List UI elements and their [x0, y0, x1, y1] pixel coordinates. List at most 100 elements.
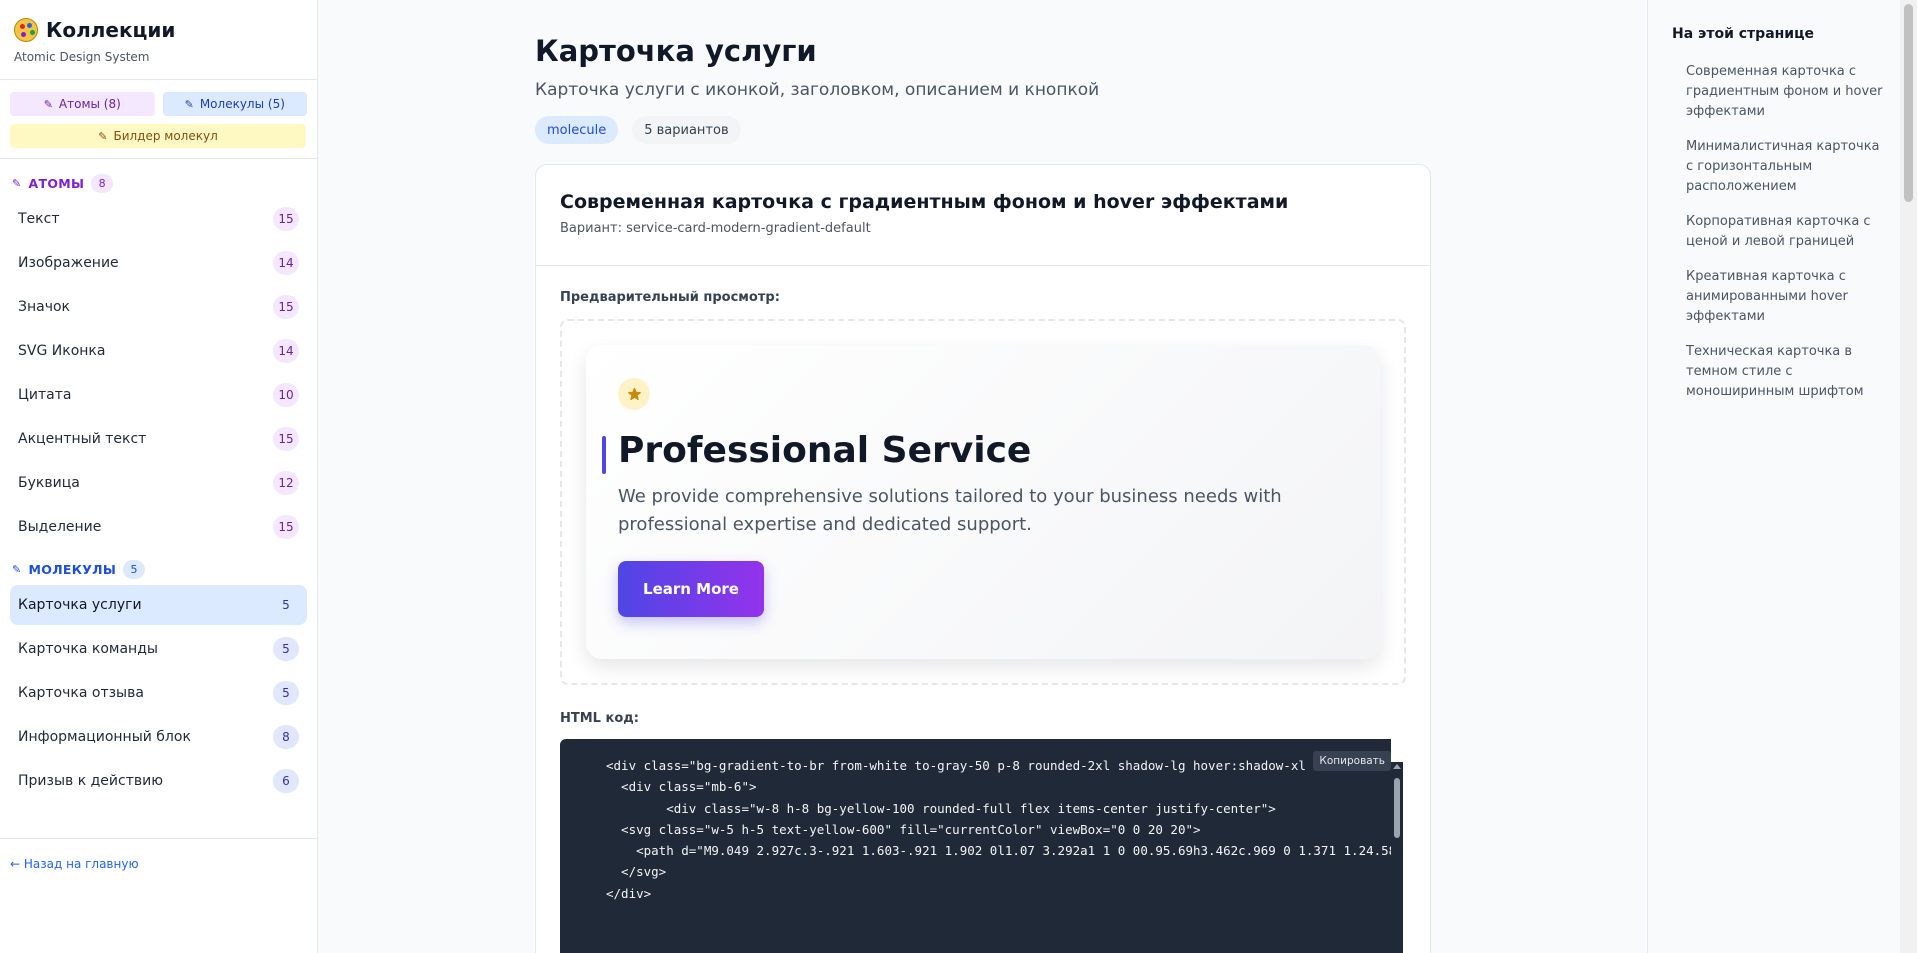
scroll-up-arrow-icon[interactable]: [1393, 764, 1401, 769]
toc-item[interactable]: Минималистичная карточка с горизонтальны…: [1686, 137, 1886, 197]
sidebar-item-badge[interactable]: Значок 15: [10, 287, 307, 327]
nav-label: SVG Иконка: [18, 343, 106, 359]
variants-count-badge: 5 вариантов: [632, 116, 741, 144]
card-text: We provide comprehensive solutions tailo…: [618, 486, 1282, 535]
nav-count: 8: [273, 725, 299, 749]
brush-icon: ✎: [12, 176, 22, 190]
preview-label: Предварительный просмотр:: [560, 290, 780, 305]
star-icon: [627, 387, 641, 400]
variant-title: Современная карточка с градиентным фоном…: [560, 191, 1289, 213]
nav-count: 6: [273, 769, 299, 793]
sidebar-footer: ← Назад на главную: [0, 838, 318, 889]
atoms-section-count: 8: [91, 173, 114, 193]
nav-count: 14: [273, 339, 299, 363]
nav-label: Карточка услуги: [18, 597, 142, 613]
sidebar-item-highlight[interactable]: Выделение 15: [10, 507, 307, 547]
nav-count: 10: [273, 383, 299, 407]
toc-heading: На этой странице: [1672, 26, 1814, 42]
atoms-list: Текст 15 Изображение 14 Значок 15 SVG Иконк…: [0, 199, 317, 547]
molecules-list: Карточка услуги 5 Карточка команды 5 Карто…: [0, 585, 317, 801]
nav-label: Карточка команды: [18, 641, 158, 657]
nav-label: Призыв к действию: [18, 773, 163, 789]
nav-label: Буквица: [18, 475, 80, 491]
nav-label: Информационный блок: [18, 729, 191, 745]
nav-count: 14: [273, 251, 299, 275]
atoms-section-header: ✎ АТОМЫ 8: [0, 171, 317, 195]
nav-label: Текст: [18, 211, 60, 227]
code-text: <div class="bg-gradient-to-br from-white…: [606, 758, 1391, 901]
code-label: HTML код:: [560, 711, 639, 726]
nav-count: 5: [273, 637, 299, 661]
sidebar: Коллекции Atomic Design System ✎ Атомы (…: [0, 0, 318, 953]
star-icon-wrapper: [618, 378, 650, 410]
variant-header: Современная карточка с градиентным фоном…: [536, 165, 1430, 266]
sidebar-item-team-card[interactable]: Карточка команды 5: [10, 629, 307, 669]
pencil-icon: ✎: [98, 129, 108, 143]
nav-label: Выделение: [18, 519, 102, 535]
builder-button[interactable]: ✎ Билдер молекул: [10, 124, 306, 148]
nav-count: 15: [273, 295, 299, 319]
sidebar-item-info-block[interactable]: Информационный блок 8: [10, 717, 307, 757]
variant-id: Вариант: service-card-modern-gradient-de…: [560, 221, 871, 236]
nav-label: Карточка отзыва: [18, 685, 144, 701]
nav-label: Цитата: [18, 387, 72, 403]
learn-more-button[interactable]: Learn More: [618, 561, 764, 617]
copy-button[interactable]: Копировать: [1313, 751, 1391, 771]
sidebar-title: Коллекции: [14, 18, 303, 42]
toc-item[interactable]: Современная карточка с градиентным фоном…: [1686, 62, 1886, 122]
test-tube-icon: ✎: [12, 562, 22, 576]
sidebar-tags: ✎ Атомы (8) ✎ Молекулы (5) ✎ Билдер моле…: [0, 80, 317, 159]
molecules-section-count: 5: [123, 559, 146, 579]
sidebar-item-image[interactable]: Изображение 14: [10, 243, 307, 283]
main-content: Карточка услуги Карточка услуги с иконко…: [535, 0, 1431, 953]
preview-area: Professional Service We provide comprehe…: [560, 319, 1406, 685]
atoms-tag-label: Атомы (8): [58, 97, 121, 111]
brush-icon: ✎: [43, 97, 53, 111]
page-scrollbar-thumb[interactable]: [1904, 4, 1913, 202]
nav-count: 12: [273, 471, 299, 495]
sidebar-item-svg-icon[interactable]: SVG Иконка 14: [10, 331, 307, 371]
nav-label: Значок: [18, 299, 71, 315]
variant-body: Предварительный просмотр: Professional S…: [536, 266, 1430, 953]
toc-item[interactable]: Корпоративная карточка с ценой и левой г…: [1686, 212, 1886, 252]
code-scrollbar-thumb[interactable]: [1394, 778, 1400, 838]
sidebar-item-cta[interactable]: Призыв к действию 6: [10, 761, 307, 801]
sidebar-header: Коллекции Atomic Design System: [0, 0, 317, 80]
table-of-contents: На этой странице Современная карточка с …: [1647, 0, 1917, 953]
palette-icon: [14, 18, 38, 42]
page-scrollbar[interactable]: [1900, 0, 1917, 953]
sidebar-item-service-card[interactable]: Карточка услуги 5: [10, 585, 307, 625]
test-tube-icon: ✎: [184, 97, 194, 111]
molecules-section-header: ✎ МОЛЕКУЛЫ 5: [0, 557, 317, 581]
service-card-preview: Professional Service We provide comprehe…: [586, 345, 1380, 659]
code-block[interactable]: <div class="bg-gradient-to-br from-white…: [560, 739, 1391, 953]
back-home-link[interactable]: ← Назад на главную: [10, 857, 139, 871]
nav-count: 15: [273, 207, 299, 231]
toc-item[interactable]: Техническая карточка в темном стиле с мо…: [1686, 342, 1886, 402]
toc-list: Современная карточка с градиентным фоном…: [1686, 62, 1886, 402]
nav-count: 15: [273, 515, 299, 539]
molecules-tag-label: Молекулы (5): [199, 97, 285, 111]
atoms-section-label: АТОМЫ: [28, 175, 85, 191]
page-title: Карточка услуги: [535, 34, 817, 68]
toc-item[interactable]: Креативная карточка с анимированными hov…: [1686, 267, 1886, 327]
sidebar-item-text[interactable]: Текст 15: [10, 199, 307, 239]
nav-count: 5: [282, 598, 290, 612]
nav-label: Акцентный текст: [18, 431, 147, 447]
code-scrollbar[interactable]: [1391, 762, 1403, 953]
sidebar-item-accent-text[interactable]: Акцентный текст 15: [10, 419, 307, 459]
card-title: Professional Service: [618, 430, 1032, 471]
type-badge: molecule: [535, 116, 619, 144]
sidebar-item-quote[interactable]: Цитата 10: [10, 375, 307, 415]
badges: molecule 5 вариантов: [535, 116, 1431, 144]
page-description: Карточка услуги с иконкой, заголовком, о…: [535, 80, 1100, 100]
nav-count: 15: [273, 427, 299, 451]
sidebar-title-text: Коллекции: [46, 18, 176, 42]
nav-label: Изображение: [18, 255, 119, 271]
atoms-tag-button[interactable]: ✎ Атомы (8): [10, 92, 155, 116]
molecules-tag-button[interactable]: ✎ Молекулы (5): [162, 92, 307, 116]
sidebar-item-dropcap[interactable]: Буквица 12: [10, 463, 307, 503]
sidebar-subtitle: Atomic Design System: [14, 50, 150, 64]
sidebar-item-review-card[interactable]: Карточка отзыва 5: [10, 673, 307, 713]
variant-card: Современная карточка с градиентным фоном…: [535, 164, 1431, 953]
